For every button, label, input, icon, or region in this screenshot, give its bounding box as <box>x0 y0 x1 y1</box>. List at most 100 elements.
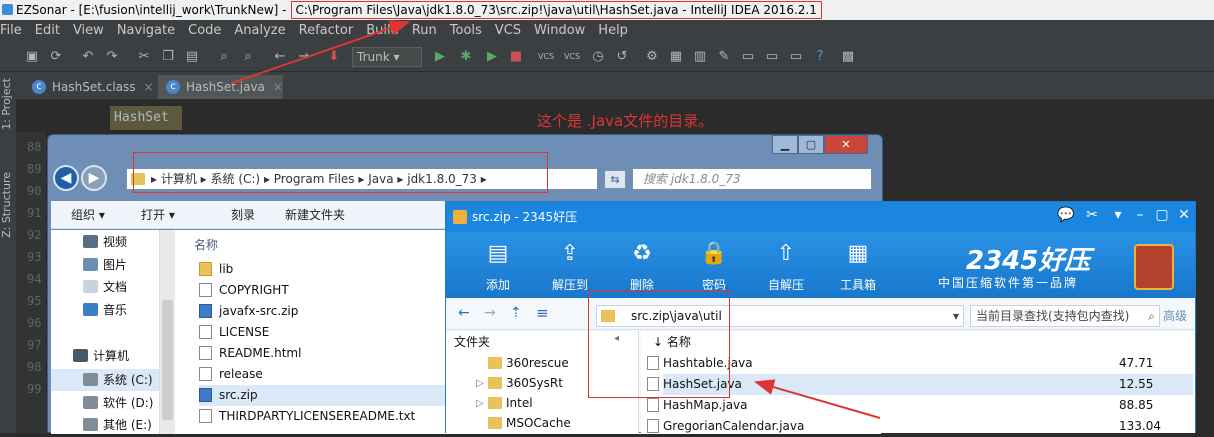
sdk-icon[interactable]: ▥ <box>692 49 708 65</box>
menu-tools[interactable]: Tools <box>450 23 482 38</box>
back-button[interactable]: ◀ <box>53 165 79 191</box>
nav-item-drive-c[interactable]: 系统 (C:) <box>51 369 171 391</box>
expand-arrow-icon[interactable]: ▷ <box>476 393 484 414</box>
minimize-button[interactable]: – <box>1130 205 1150 225</box>
close-button[interactable]: ✕ <box>824 135 868 154</box>
file-item-src-zip[interactable]: src.zip <box>199 385 454 406</box>
revert-icon[interactable]: ↺ <box>614 49 630 65</box>
skin-icon[interactable]: ✂ <box>1082 205 1102 225</box>
burn-button[interactable]: 刻录 <box>231 201 255 229</box>
save-icon[interactable]: ▣ <box>24 49 40 65</box>
vcs-update-icon[interactable]: VCS <box>538 49 554 65</box>
run-config-select[interactable]: Trunk ▾ <box>352 47 422 67</box>
paste-icon[interactable]: ▤ <box>184 49 200 65</box>
up-folder-icon[interactable]: ⇡ <box>510 305 522 321</box>
sync-files-icon[interactable]: ▭ <box>788 49 804 65</box>
plugin-icon[interactable]: ✎ <box>716 49 732 65</box>
file-item-thirdparty[interactable]: THIRDPARTYLICENSEREADME.txt <box>199 406 415 427</box>
tree-folder[interactable]: ▷ Intel <box>476 393 533 414</box>
menu-build[interactable]: Build <box>366 23 399 38</box>
cut-icon[interactable]: ✂ <box>136 49 152 65</box>
maximize-button[interactable]: ▢ <box>1152 205 1172 225</box>
file-item-license[interactable]: LICENSE <box>199 322 269 343</box>
menu-edit[interactable]: Edit <box>35 23 60 38</box>
back-icon[interactable]: ↶ <box>80 49 96 65</box>
menu-help[interactable]: Help <box>598 23 628 38</box>
tab-hashset-java[interactable]: c HashSet.java × <box>158 75 283 99</box>
menu-refactor[interactable]: Refactor <box>299 23 354 38</box>
replace-icon[interactable]: ⌕ <box>240 49 256 65</box>
self-extract-button[interactable]: ⇧ 自解压 <box>756 236 816 298</box>
debug-icon[interactable]: ✱ <box>458 49 474 65</box>
structure-tool-tab[interactable]: Z: Structure <box>0 172 16 238</box>
open-button[interactable]: 打开 ▾ <box>141 201 175 229</box>
tree-folder[interactable]: 360rescue <box>488 353 569 374</box>
scrollbar-thumb[interactable] <box>162 300 173 420</box>
stop-icon[interactable]: ■ <box>508 49 524 65</box>
close-button[interactable]: ✕ <box>1174 205 1194 225</box>
sync-icon[interactable]: ⟳ <box>48 49 64 65</box>
add-button[interactable]: ▤ 添加 <box>468 236 528 298</box>
nav-item-documents[interactable]: 文档 <box>51 276 171 298</box>
file-item-release[interactable]: release <box>199 364 263 385</box>
terminal-icon[interactable]: ▭ <box>740 49 756 65</box>
chevron-down-icon[interactable]: ▾ <box>953 306 959 326</box>
new-folder-button[interactable]: 新建文件夹 <box>285 201 345 229</box>
search-icon[interactable]: ⌕ <box>1148 306 1155 326</box>
nav-item-videos[interactable]: 视频 <box>51 231 171 253</box>
maximize-button[interactable]: ▢ <box>798 135 824 154</box>
find-icon[interactable]: ⌕ <box>216 49 232 65</box>
settings-icon[interactable]: ⚙ <box>644 49 660 65</box>
forward-icon[interactable]: → <box>484 305 496 321</box>
zip-file-row[interactable]: Hashtable.java 47.71 <box>647 353 1193 374</box>
nav-item-computer[interactable]: 计算机 <box>51 345 171 367</box>
explorer-search-input[interactable]: 搜索 jdk1.8.0_73 <box>632 168 872 190</box>
back-icon[interactable]: ← <box>458 305 470 321</box>
tree-folder[interactable]: ▷ 360SysRt <box>476 373 563 394</box>
history-icon[interactable]: ◷ <box>590 49 606 65</box>
minimize-button[interactable]: ▁ <box>772 135 798 154</box>
coverage-icon[interactable]: ▶ <box>484 49 500 65</box>
organize-button[interactable]: 组织 ▾ <box>71 201 105 229</box>
file-item-copyright[interactable]: COPYRIGHT <box>199 280 289 301</box>
advanced-search-link[interactable]: 高级 <box>1163 305 1187 327</box>
file-item-readme[interactable]: README.html <box>199 343 301 364</box>
menu-icon[interactable]: ▾ <box>1108 205 1128 225</box>
delete-button[interactable]: ♻ 删除 <box>612 236 672 298</box>
feedback-icon[interactable]: 💬 <box>1056 205 1076 225</box>
refresh-icon[interactable]: ⇆ <box>604 170 626 189</box>
extract-button[interactable]: ⇪ 解压到 <box>540 236 600 298</box>
menu-analyze[interactable]: Analyze <box>234 23 285 38</box>
menu-vcs[interactable]: VCS <box>495 23 521 38</box>
menu-navigate[interactable]: Navigate <box>117 23 175 38</box>
tab-hashset-class[interactable]: c HashSet.class × <box>24 75 154 99</box>
toolbox-button[interactable]: ▦ 工具箱 <box>828 236 888 298</box>
tab-close-icon[interactable]: × <box>144 80 154 94</box>
menu-run[interactable]: Run <box>412 23 437 38</box>
tab-close-icon[interactable]: × <box>273 80 283 94</box>
nav-scrollbar[interactable] <box>159 230 175 434</box>
zip-search-input[interactable]: 当前目录查找(支持包内查找) ⌕ <box>970 305 1160 327</box>
copy-icon[interactable]: ❐ <box>160 49 176 65</box>
tasks-icon[interactable]: ▭ <box>764 49 780 65</box>
password-button[interactable]: 🔒 密码 <box>684 236 744 298</box>
zip-file-row-selected[interactable]: HashSet.java 12.55 <box>647 374 1193 395</box>
nav-back-icon[interactable]: ← <box>272 49 288 65</box>
forward-icon[interactable]: ↷ <box>104 49 120 65</box>
nav-item-drive-d[interactable]: 软件 (D:) <box>51 392 171 414</box>
forward-button[interactable]: ▶ <box>81 165 107 191</box>
tree-folder[interactable]: MSOCache <box>488 413 571 434</box>
editor-breadcrumb[interactable]: HashSet <box>110 106 182 130</box>
nav-forward-icon[interactable]: → <box>296 49 312 65</box>
menu-file[interactable]: File <box>0 23 22 38</box>
run-icon[interactable]: ▶ <box>432 49 448 65</box>
plugin-jar-icon[interactable]: ▩ <box>840 49 856 65</box>
nav-item-pictures[interactable]: 图片 <box>51 254 171 276</box>
project-tool-tab[interactable]: 1: Project <box>0 78 16 130</box>
project-structure-icon[interactable]: ▦ <box>668 49 684 65</box>
help-icon[interactable]: ? <box>812 49 828 65</box>
zip-file-row[interactable]: GregorianCalendar.java 133.04 <box>647 416 1193 437</box>
view-list-icon[interactable]: ≡ <box>536 304 549 322</box>
file-item-javafx-src[interactable]: javafx-src.zip <box>199 301 298 322</box>
menu-view[interactable]: View <box>73 23 104 38</box>
